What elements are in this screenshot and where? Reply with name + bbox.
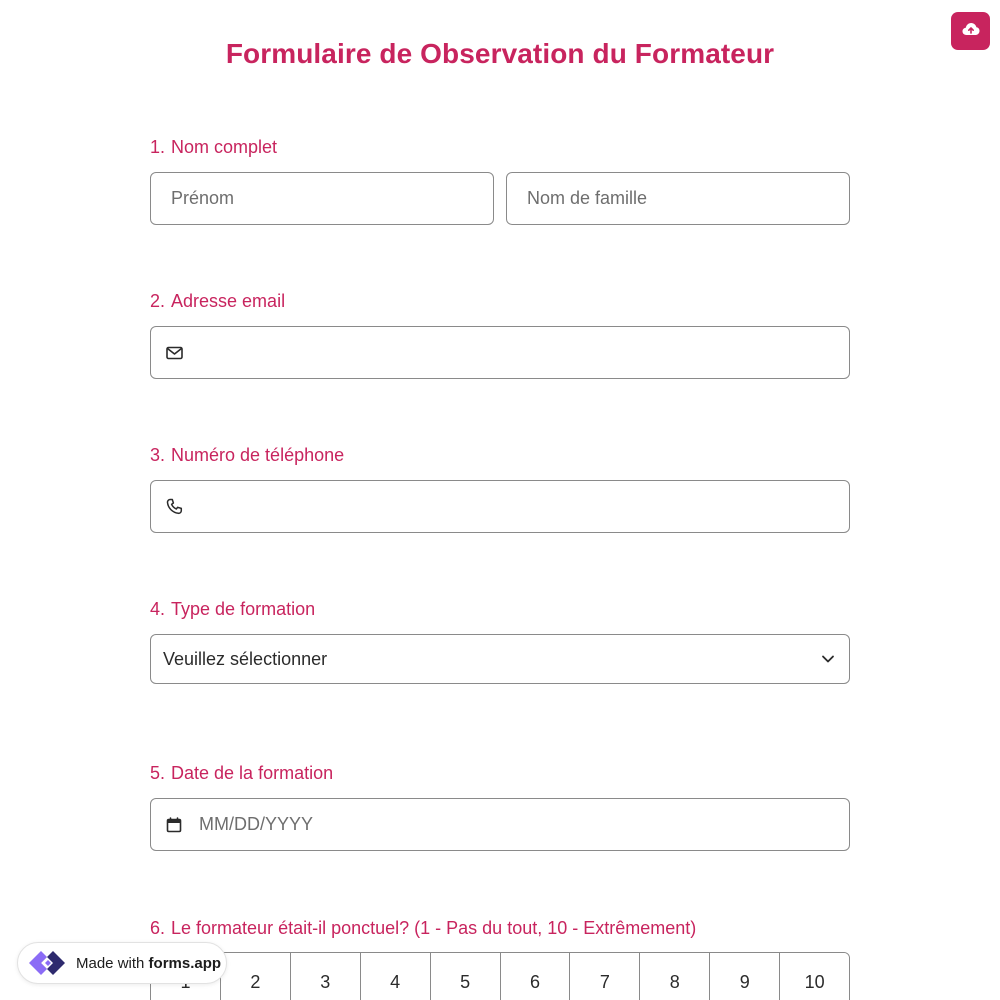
last-name-placeholder: Nom de famille bbox=[527, 188, 648, 208]
rating-option-7[interactable]: 7 bbox=[570, 953, 641, 1000]
badge-text: Made with forms.app bbox=[76, 955, 221, 972]
question-label-training-date: 5. Date de la formation bbox=[150, 763, 333, 784]
question-text: Numéro de téléphone bbox=[171, 445, 345, 465]
question-label-full-name: 1. Nom complet bbox=[150, 137, 277, 158]
badge-brand: forms.app bbox=[148, 954, 222, 972]
question-text: Adresse email bbox=[171, 291, 286, 311]
rating-option-6[interactable]: 6 bbox=[500, 953, 571, 1000]
question-number: 6. bbox=[150, 918, 166, 938]
form-title: Formulaire de Observation du Formateur bbox=[225, 38, 775, 69]
question-text: Date de la formation bbox=[171, 763, 334, 783]
rating-option-5[interactable]: 5 bbox=[430, 953, 501, 1000]
phone-field[interactable] bbox=[150, 480, 850, 533]
question-number: 4. bbox=[150, 599, 166, 619]
first-name-placeholder: Prénom bbox=[171, 188, 235, 208]
question-number: 2. bbox=[150, 291, 166, 311]
question-text: Le formateur était-il ponctuel? (1 - Pas… bbox=[171, 918, 697, 938]
question-text: Type de formation bbox=[171, 599, 316, 619]
select-value: Veuillez sélectionner bbox=[163, 648, 328, 669]
forms-app-logo-icon bbox=[26, 946, 68, 980]
question-label-phone: 3. Numéro de téléphone bbox=[150, 445, 344, 466]
question-label-email: 2. Adresse email bbox=[150, 291, 285, 312]
question-label-punctuality: 6. Le formateur était-il ponctuel? (1 - P… bbox=[150, 918, 696, 939]
mail-icon bbox=[165, 344, 183, 362]
question-text: Nom complet bbox=[171, 137, 278, 157]
email-field[interactable] bbox=[150, 326, 850, 379]
rating-scale: 1 2 3 4 5 6 7 8 9 10 bbox=[150, 952, 850, 1000]
made-with-badge[interactable]: Made with forms.app bbox=[17, 942, 227, 984]
chevron-down-icon bbox=[821, 655, 835, 664]
question-label-training-type: 4. Type de formation bbox=[150, 599, 315, 620]
phone-icon bbox=[165, 498, 183, 516]
training-date-input[interactable]: MM/DD/YYYY bbox=[150, 798, 850, 851]
question-number: 5. bbox=[150, 763, 166, 783]
question-number: 3. bbox=[150, 445, 166, 465]
question-number: 1. bbox=[150, 137, 166, 157]
rating-option-8[interactable]: 8 bbox=[640, 953, 711, 1000]
rating-option-9[interactable]: 9 bbox=[710, 953, 781, 1000]
first-name-input[interactable]: Prénom bbox=[150, 172, 494, 225]
calendar-icon bbox=[165, 816, 183, 834]
rating-option-10[interactable]: 10 bbox=[780, 953, 849, 1000]
date-placeholder: MM/DD/YYYY bbox=[199, 814, 314, 834]
rating-option-4[interactable]: 4 bbox=[360, 953, 431, 1000]
training-type-select[interactable]: Veuillez sélectionner bbox=[150, 634, 850, 684]
badge-prefix: Made with bbox=[76, 954, 145, 972]
rating-option-2[interactable]: 2 bbox=[220, 953, 291, 1000]
rating-option-3[interactable]: 3 bbox=[290, 953, 361, 1000]
last-name-input[interactable]: Nom de famille bbox=[506, 172, 850, 225]
